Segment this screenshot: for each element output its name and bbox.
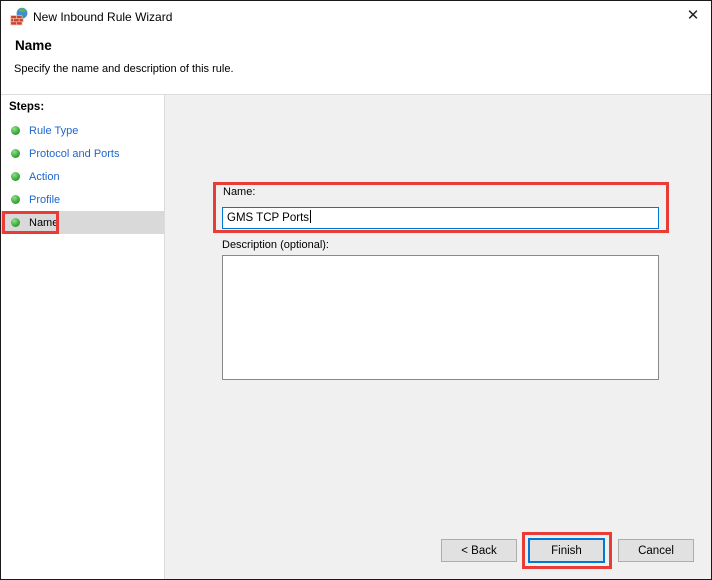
steps-sidebar: Steps: Rule Type Protocol and Ports Acti… (1, 95, 165, 579)
step-label: Protocol and Ports (29, 147, 120, 160)
window-title: New Inbound Rule Wizard (33, 10, 173, 24)
text-caret (310, 210, 312, 223)
step-label: Action (29, 170, 60, 183)
sidebar-item-rule-type[interactable]: Rule Type (1, 119, 164, 142)
step-status-icon (11, 126, 20, 135)
back-button[interactable]: < Back (441, 539, 517, 562)
page-title: Name (15, 38, 52, 53)
rule-name-value: GMS TCP Ports (227, 212, 310, 224)
close-icon[interactable]: ✕ (682, 5, 704, 27)
cancel-button[interactable]: Cancel (618, 539, 694, 562)
steps-heading: Steps: (9, 101, 45, 113)
sidebar-item-name[interactable]: Name (1, 211, 164, 234)
step-label: Profile (29, 193, 61, 206)
titlebar: New Inbound Rule Wizard ✕ (1, 1, 711, 33)
step-status-icon (11, 149, 20, 158)
step-label: Name (29, 216, 59, 229)
firewall-icon (10, 7, 28, 26)
step-label: Rule Type (29, 124, 79, 137)
rule-name-input[interactable]: GMS TCP Ports (222, 207, 659, 229)
sidebar-item-protocol-and-ports[interactable]: Protocol and Ports (1, 142, 164, 165)
steps-list: Rule Type Protocol and Ports Action Prof… (1, 119, 164, 234)
step-status-icon (11, 195, 20, 204)
finish-button[interactable]: Finish (528, 538, 605, 563)
description-label: Description (optional): (222, 239, 329, 251)
wizard-window: New Inbound Rule Wizard ✕ Name Specify t… (0, 0, 712, 580)
sidebar-item-action[interactable]: Action (1, 165, 164, 188)
description-textarea[interactable] (222, 255, 659, 380)
rule-name-label: Name: (223, 186, 256, 198)
step-status-icon (11, 218, 20, 227)
step-status-icon (11, 172, 20, 181)
page-subtitle: Specify the name and description of this… (14, 63, 234, 75)
sidebar-item-profile[interactable]: Profile (1, 188, 164, 211)
